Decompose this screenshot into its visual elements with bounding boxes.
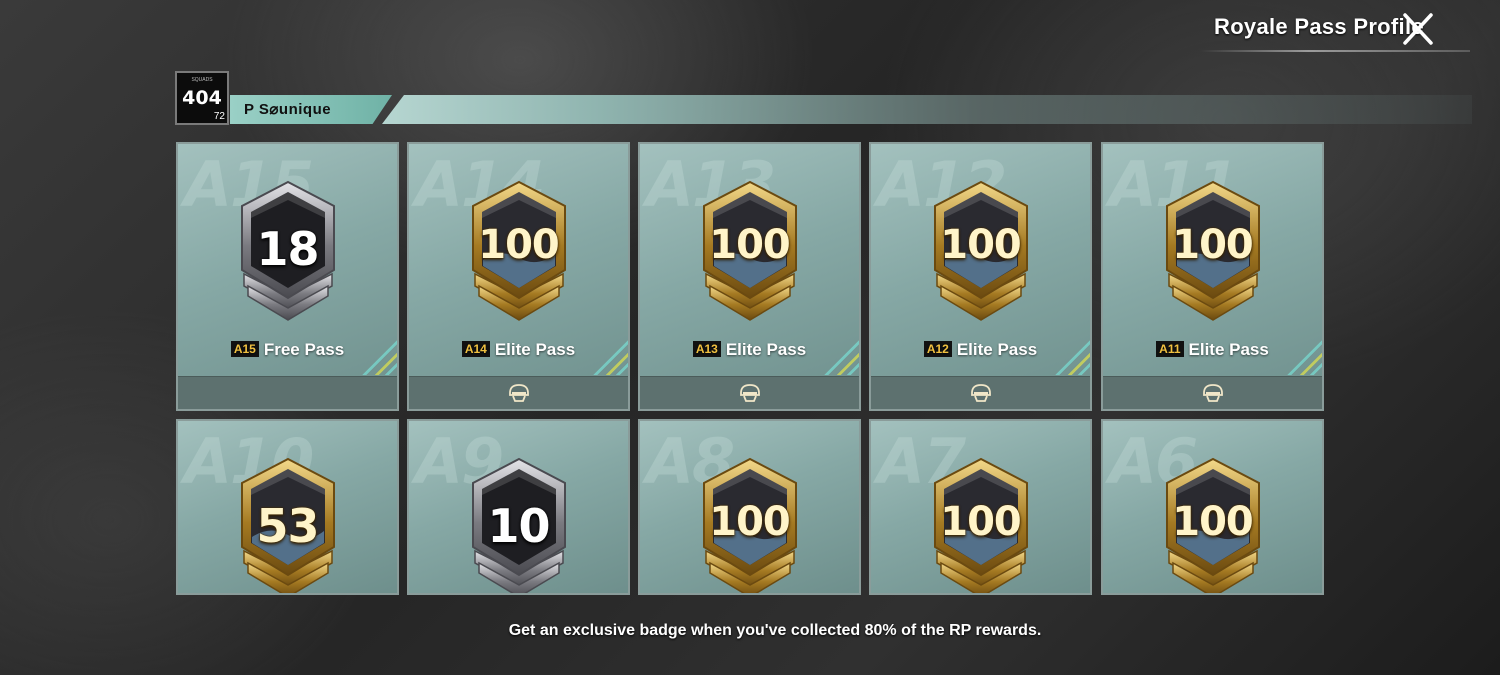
gold-badge-icon: 100 — [461, 178, 577, 328]
badge-level: 100 — [940, 222, 1022, 268]
gold-badge-icon: 100 — [1155, 455, 1271, 593]
badge-level: 100 — [1172, 499, 1254, 545]
season-card-a6[interactable]: A6 100 — [1101, 419, 1324, 595]
card-footer — [409, 376, 628, 409]
gold-badge-icon: 100 — [692, 178, 808, 328]
season-card-a15[interactable]: A15 18 A15 Free Pass — [176, 142, 399, 411]
season-card-a9[interactable]: A9 10 — [407, 419, 630, 595]
avatar-code: 404 — [182, 87, 222, 109]
season-card-a8[interactable]: A8 100 — [638, 419, 861, 595]
badge-level: 100 — [709, 499, 791, 545]
gold-badge-icon: 100 — [1155, 178, 1271, 328]
gold-badge-icon: 100 — [923, 178, 1039, 328]
pass-label: A15 Free Pass — [178, 340, 397, 360]
page-title: Royale Pass Profile — [1214, 14, 1424, 39]
title-underline — [1200, 50, 1470, 52]
silver-badge-icon: 10 — [461, 455, 577, 593]
season-card-a11[interactable]: A11 100 A11 Elite Pass — [1101, 142, 1324, 411]
badge-level: 18 — [256, 222, 319, 276]
gold-badge-icon: 100 — [923, 455, 1039, 593]
season-card-a10[interactable]: A10 53 — [176, 419, 399, 595]
season-tag: A15 — [230, 341, 259, 357]
card-footer — [178, 376, 397, 409]
season-tag: A11 — [1156, 341, 1184, 357]
badge-level: 100 — [940, 499, 1022, 545]
season-tag: A12 — [923, 341, 952, 357]
pass-label: A14 Elite Pass — [409, 340, 628, 360]
pass-label: A12 Elite Pass — [871, 340, 1090, 360]
card-footer — [871, 376, 1090, 409]
card-footer — [1103, 376, 1322, 409]
badge-level: 10 — [487, 499, 550, 553]
avatar[interactable]: SQUADS 404 72 — [175, 71, 229, 125]
pass-type: Elite Pass — [956, 340, 1038, 359]
season-card-a7[interactable]: A7 100 — [869, 419, 1092, 595]
elite-helmet-icon — [739, 384, 760, 402]
pass-label: A11 Elite Pass — [1103, 340, 1322, 360]
pass-label: A13 Elite Pass — [640, 340, 859, 360]
elite-helmet-icon — [1202, 384, 1223, 402]
gold-badge-icon: 53 — [230, 455, 346, 593]
season-tag: A14 — [461, 341, 490, 357]
badge-level: 53 — [256, 499, 319, 553]
profile-strip — [382, 95, 1472, 124]
badge-level: 100 — [709, 222, 791, 268]
reward-hint: Get an exclusive badge when you've colle… — [508, 622, 1042, 639]
elite-helmet-icon — [508, 384, 529, 402]
season-card-a12[interactable]: A12 100 A12 Elite Pass — [869, 142, 1092, 411]
player-name: P S⌀unique — [244, 101, 332, 118]
player-level: 72 — [213, 111, 225, 122]
close-icon — [1403, 13, 1433, 45]
elite-helmet-icon — [970, 384, 991, 402]
pass-type: Elite Pass — [1188, 340, 1269, 359]
badge-level: 100 — [1172, 222, 1254, 268]
close-button[interactable] — [1400, 12, 1436, 46]
pass-type: Elite Pass — [725, 340, 807, 359]
silver-badge-icon: 18 — [230, 178, 346, 328]
gold-badge-icon: 100 — [692, 455, 808, 593]
season-card-a13[interactable]: A13 100 A13 Elite Pass — [638, 142, 861, 411]
pass-type: Elite Pass — [494, 340, 576, 359]
avatar-small-text: SQUADS — [191, 77, 213, 83]
card-footer — [640, 376, 859, 409]
pass-type: Free Pass — [263, 340, 345, 359]
season-card-a14[interactable]: A14 100 A14 Elite Pass — [407, 142, 630, 411]
badge-level: 100 — [478, 222, 560, 268]
season-tag: A13 — [692, 341, 721, 357]
